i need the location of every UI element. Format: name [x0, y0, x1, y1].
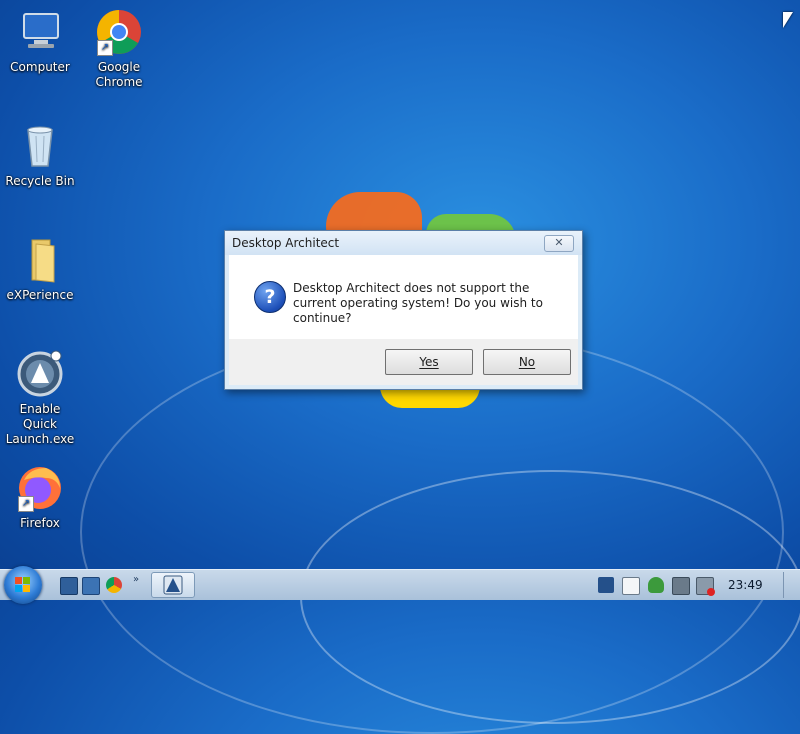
computer-icon: [16, 8, 64, 56]
desktop-icon-label: Launch.exe: [5, 432, 75, 446]
desktop-icon-enable-quick-launch[interactable]: Enable Quick Launch.exe: [2, 350, 78, 447]
dialog-body: ? Desktop Architect does not support the…: [229, 255, 578, 339]
desktop-architect-tray-icon[interactable]: [598, 577, 614, 593]
question-icon: ?: [254, 281, 286, 313]
clock[interactable]: 23:49: [728, 578, 763, 592]
taskbar: » 23:49: [0, 566, 800, 604]
app-icon: [16, 350, 64, 398]
desktop-icon-label: Chrome: [95, 75, 143, 89]
document-icon[interactable]: [622, 577, 640, 595]
folder-icon: [16, 236, 64, 284]
desktop-icon-recycle-bin[interactable]: Recycle Bin: [2, 122, 78, 189]
mouse-cursor-icon: [783, 12, 793, 28]
close-button[interactable]: ✕: [544, 235, 574, 252]
shortcut-arrow-icon: ↗: [97, 40, 113, 56]
desktop-icon-label: Computer: [10, 60, 70, 74]
close-icon: ✕: [554, 236, 564, 249]
desktop-icon-label: Google: [97, 60, 141, 74]
no-button[interactable]: No: [483, 349, 571, 375]
start-button[interactable]: [4, 566, 42, 604]
firefox-icon: ↗: [16, 464, 64, 512]
show-desktop-divider[interactable]: [783, 572, 784, 598]
quick-launch-overflow-chevron[interactable]: »: [133, 574, 139, 585]
show-desktop-icon[interactable]: [60, 577, 78, 595]
chrome-icon[interactable]: [106, 577, 122, 593]
chrome-icon: ↗: [95, 8, 143, 56]
desktop-icon-computer[interactable]: Computer: [2, 8, 78, 75]
dialog-title-bar[interactable]: Desktop Architect ✕: [225, 231, 582, 255]
desktop-architect-icon: [163, 575, 183, 595]
desktop-icon-label: eXPerience: [6, 288, 74, 302]
windows-logo-icon: [15, 577, 31, 593]
desktop-icon-experience[interactable]: eXPerience: [2, 236, 78, 303]
dialog-message: Desktop Architect does not support the c…: [293, 281, 543, 325]
network-icon[interactable]: [672, 577, 690, 595]
volume-muted-icon[interactable]: [696, 577, 715, 596]
shortcut-arrow-icon: ↗: [18, 496, 34, 512]
desktop-icon-firefox[interactable]: ↗ Firefox: [2, 464, 78, 531]
desktop-icon-label: Enable Quick: [19, 402, 61, 431]
recycle-bin-icon: [16, 122, 64, 170]
taskbar-button-desktop-architect[interactable]: [151, 572, 195, 598]
yes-button[interactable]: Yes: [385, 349, 473, 375]
desktop-icon-label: Recycle Bin: [5, 174, 75, 188]
message-dialog: Desktop Architect ✕ ? Desktop Architect …: [224, 230, 583, 390]
desktop-icon-google-chrome[interactable]: ↗ Google Chrome: [81, 8, 157, 90]
desktop-icon-label: Firefox: [20, 516, 60, 530]
dialog-title: Desktop Architect: [232, 236, 340, 250]
security-shield-icon[interactable]: [648, 577, 664, 593]
switch-windows-icon[interactable]: [82, 577, 100, 595]
dialog-button-bar: Yes No: [229, 339, 578, 385]
